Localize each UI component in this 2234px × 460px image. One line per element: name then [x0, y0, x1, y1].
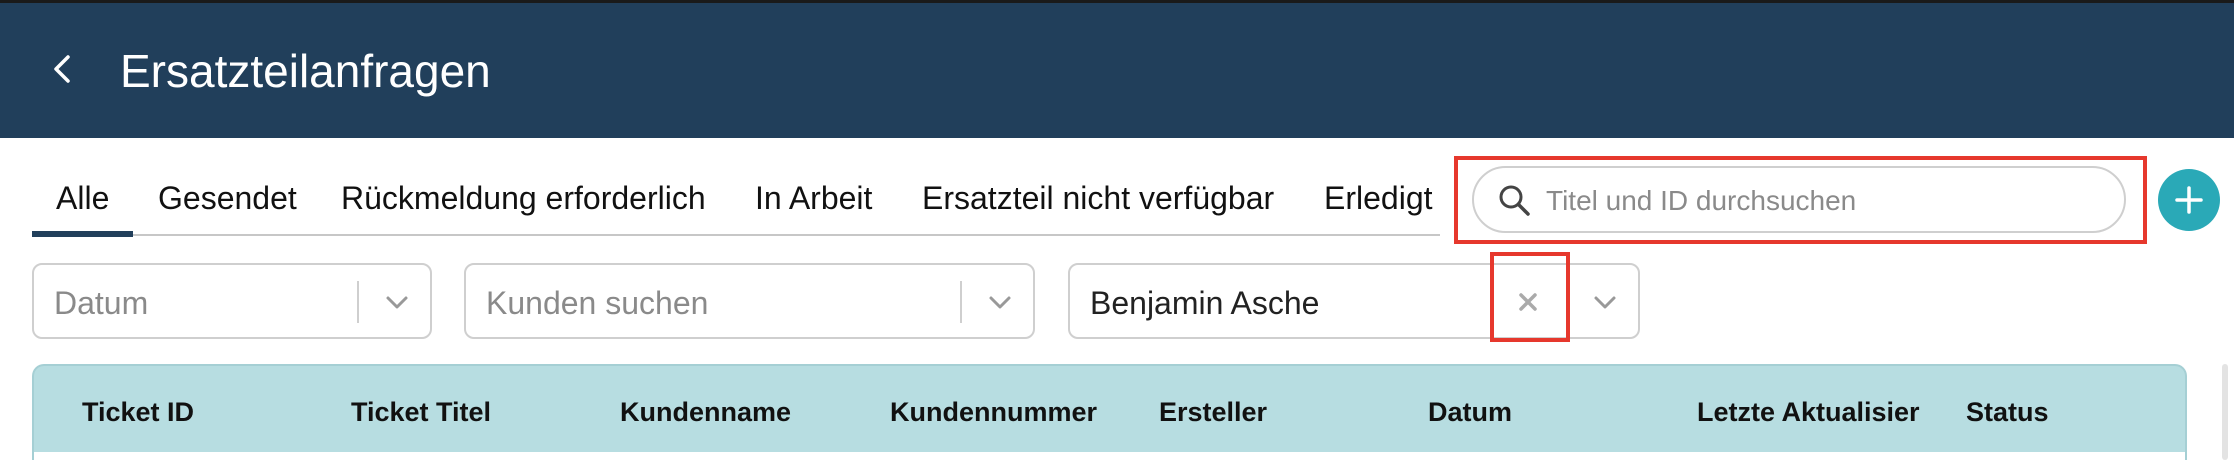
chevron-left-icon	[54, 55, 70, 83]
active-tab-indicator	[32, 231, 133, 237]
column-header-ticket-id[interactable]: Ticket ID	[82, 393, 194, 431]
select-separator	[960, 281, 962, 323]
column-header-kundennummer[interactable]: Kundennummer	[890, 393, 1097, 431]
tabs-divider	[32, 234, 1440, 236]
add-request-button[interactable]	[2158, 169, 2220, 231]
customer-filter-select[interactable]: Kunden suchen	[464, 263, 1035, 339]
tab-rueckmeldung-erforderlich[interactable]: Rückmeldung erforderlich	[341, 168, 706, 228]
column-header-letzte-aktualisierung[interactable]: Letzte Aktualisier	[1697, 393, 1920, 431]
creator-filter-value: Benjamin Asche	[1090, 285, 1320, 321]
date-filter-placeholder: Datum	[54, 285, 149, 321]
tab-in-arbeit[interactable]: In Arbeit	[755, 168, 872, 228]
tab-gesendet[interactable]: Gesendet	[158, 168, 297, 228]
column-header-ersteller[interactable]: Ersteller	[1159, 393, 1267, 431]
search-input[interactable]	[1544, 176, 2108, 226]
chevron-down-icon[interactable]	[380, 285, 414, 319]
column-header-ticket-titel[interactable]: Ticket Titel	[351, 393, 491, 431]
column-header-status[interactable]: Status	[1966, 393, 2049, 431]
plus-icon	[2175, 186, 2203, 214]
chevron-down-icon[interactable]	[1588, 285, 1622, 319]
search-field[interactable]	[1472, 166, 2126, 233]
table-header: Ticket ID Ticket Titel Kundenname Kunden…	[32, 364, 2187, 460]
tab-alle[interactable]: Alle	[56, 168, 109, 228]
clear-highlight-box	[1490, 252, 1570, 342]
search-icon	[1499, 185, 1530, 216]
app-header: Ersatzteilanfragen	[0, 0, 2234, 138]
tab-ersatzteil-nicht-verfuegbar[interactable]: Ersatzteil nicht verfügbar	[922, 168, 1274, 228]
tab-erledigt[interactable]: Erledigt	[1324, 168, 1433, 228]
column-header-kundenname[interactable]: Kundenname	[620, 393, 791, 431]
scrollbar[interactable]	[2222, 364, 2228, 460]
table-body	[32, 452, 2187, 460]
page-title: Ersatzteilanfragen	[120, 45, 491, 97]
column-header-datum[interactable]: Datum	[1428, 393, 1512, 431]
customer-filter-placeholder: Kunden suchen	[486, 285, 709, 321]
date-filter-select[interactable]: Datum	[32, 263, 432, 339]
back-button[interactable]	[44, 49, 84, 89]
chevron-down-icon[interactable]	[983, 285, 1017, 319]
select-separator	[357, 281, 359, 323]
